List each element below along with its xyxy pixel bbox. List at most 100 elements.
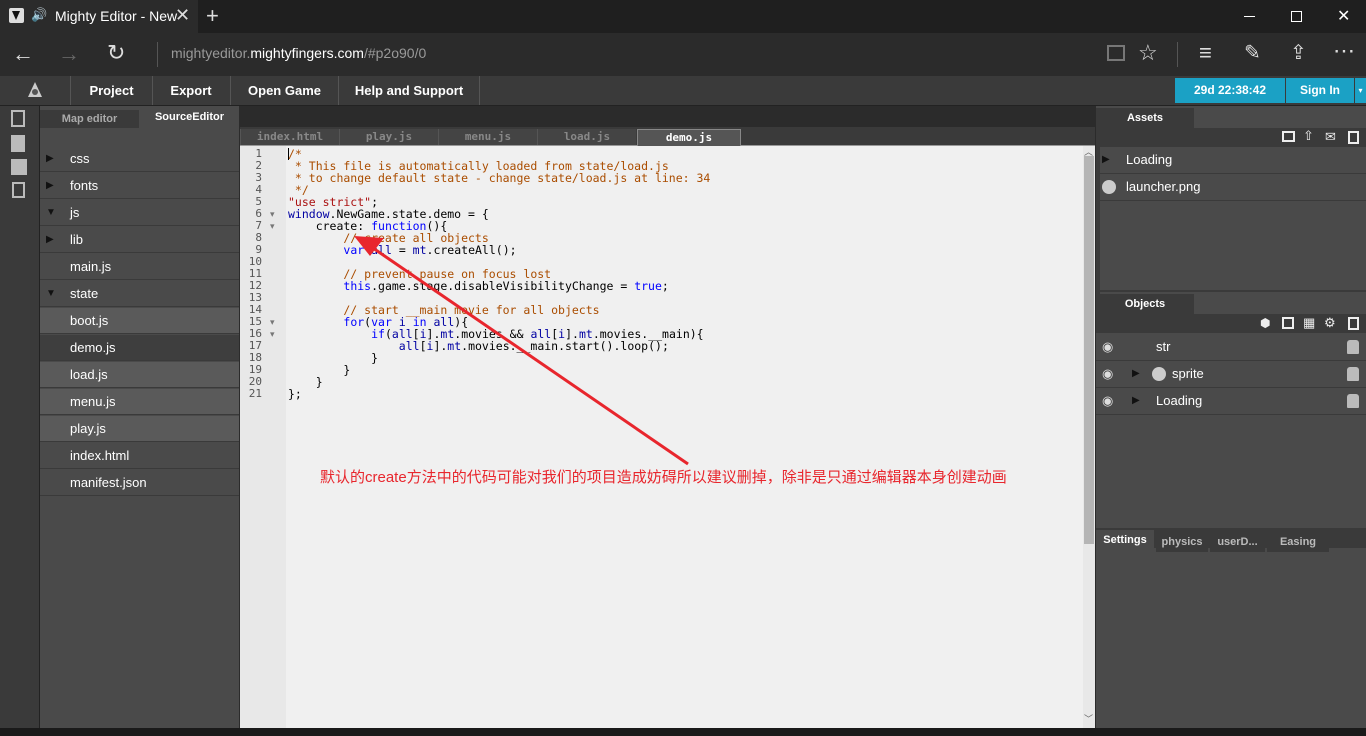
url-field[interactable]: mightyeditor.mightyfingers.com/#p2o90/0	[171, 45, 426, 61]
editor-tab-index-html[interactable]: index.html	[240, 129, 339, 145]
tree-file[interactable]: manifest.json	[40, 470, 239, 496]
tree-item-label: fonts	[70, 178, 99, 193]
audio-playing-icon[interactable]: 🔊	[31, 7, 47, 23]
collapsed-arrow-icon[interactable]: ▶	[1132, 361, 1140, 387]
tab-map-editor[interactable]: Map editor	[40, 110, 139, 128]
tree-folder[interactable]: ▶ lib	[40, 227, 239, 253]
sign-in-button[interactable]: Sign In	[1286, 78, 1354, 103]
scroll-down-icon[interactable]: ▾	[1355, 78, 1366, 103]
tree-file[interactable]: index.html	[40, 443, 239, 469]
web-note-icon[interactable]: ✎	[1244, 43, 1261, 63]
lock-icon[interactable]	[1347, 340, 1359, 354]
share-icon[interactable]: ⇪	[1290, 43, 1307, 63]
fold-arrow-icon[interactable]: ▾	[270, 316, 275, 328]
editor-tab-load-js[interactable]: load.js	[537, 129, 636, 145]
editor-scrollbar[interactable]: ︿ ﹀	[1083, 146, 1095, 728]
new-document-icon[interactable]	[11, 135, 25, 152]
add-object-icon[interactable]: ⬢	[1260, 316, 1270, 330]
object-item[interactable]: ◉ ▶ Loading	[1096, 388, 1366, 415]
lock-icon[interactable]	[1347, 394, 1359, 408]
forward-icon[interactable]: →	[58, 43, 80, 65]
add-folder-icon[interactable]	[1282, 131, 1295, 142]
delete-object-icon[interactable]	[1348, 317, 1359, 330]
tab-settings[interactable]: Settings	[1096, 530, 1154, 550]
object-item[interactable]: ◉ ▶ sprite	[1096, 361, 1366, 388]
trash-icon[interactable]	[12, 182, 25, 198]
code-line: };	[288, 387, 302, 401]
reading-view-icon[interactable]	[1107, 45, 1125, 61]
menu-project[interactable]: Project	[70, 76, 153, 105]
page-favicon-icon	[9, 8, 24, 23]
close-tab-icon[interactable]: ✕	[175, 5, 190, 26]
menu-help-support[interactable]: Help and Support	[339, 76, 480, 105]
app-logo-icon[interactable]	[24, 79, 46, 101]
tab-user-data[interactable]: userD...	[1210, 532, 1265, 552]
right-scrollbar[interactable]	[1096, 147, 1100, 307]
scrollbar-thumb[interactable]	[1084, 156, 1094, 544]
tab-easing[interactable]: Easing	[1267, 532, 1329, 552]
back-icon[interactable]: ←	[12, 43, 34, 65]
tree-file[interactable]: main.js	[40, 254, 239, 280]
duplicate-icon[interactable]	[1282, 317, 1294, 329]
restore-icon[interactable]	[1291, 11, 1302, 22]
tab-source-editor[interactable]: SourceEditor	[140, 108, 239, 128]
fold-arrow-icon[interactable]: ▾	[270, 208, 275, 220]
collapsed-arrow-icon[interactable]: ▶	[1132, 388, 1140, 414]
group-icon[interactable]: ▦	[1303, 315, 1315, 331]
refresh-icon[interactable]: ↻	[107, 42, 125, 64]
hub-icon[interactable]: ≡	[1199, 42, 1212, 64]
save-icon[interactable]	[11, 159, 27, 175]
fold-arrow-icon[interactable]: ▾	[270, 220, 275, 232]
collapsed-arrow-icon[interactable]: ▶	[46, 227, 54, 253]
tree-file[interactable]: menu.js	[40, 389, 239, 415]
menu-export[interactable]: Export	[152, 76, 231, 105]
lock-icon[interactable]	[1347, 367, 1359, 381]
tree-folder[interactable]: ▶ css	[40, 146, 239, 172]
menu-open-game[interactable]: Open Game	[231, 76, 339, 105]
tree-item-label: menu.js	[70, 394, 116, 409]
asset-item[interactable]: ▶ Loading	[1096, 147, 1366, 174]
url-domain: mightyfingers.com	[250, 45, 364, 61]
delete-asset-icon[interactable]	[1348, 131, 1359, 144]
tree-folder[interactable]: ▼ js	[40, 200, 239, 226]
new-file-icon[interactable]	[11, 110, 25, 127]
objects-tab[interactable]: Objects	[1096, 294, 1194, 314]
address-separator-2	[1177, 42, 1178, 67]
tree-file[interactable]: boot.js	[40, 308, 239, 334]
editor-tab-play-js[interactable]: play.js	[339, 129, 438, 145]
editor-tab-demo-js[interactable]: demo.js	[637, 129, 741, 146]
tree-file[interactable]: play.js	[40, 416, 239, 442]
new-tab-icon[interactable]: +	[206, 5, 219, 27]
fold-arrow-icon[interactable]: ▾	[270, 328, 275, 340]
visibility-eye-icon[interactable]: ◉	[1102, 334, 1113, 360]
editor-tab-menu-js[interactable]: menu.js	[438, 129, 537, 145]
tab-physics[interactable]: physics	[1156, 532, 1208, 552]
close-window-icon[interactable]: ✕	[1337, 6, 1350, 26]
tree-folder[interactable]: ▼ state	[40, 281, 239, 307]
tree-file[interactable]: load.js	[40, 362, 239, 388]
asset-item[interactable]: launcher.png	[1096, 174, 1366, 201]
import-icon[interactable]: ✉	[1325, 129, 1336, 145]
upload-icon[interactable]: ⇧	[1303, 128, 1314, 144]
collapsed-arrow-icon[interactable]: ▶	[1102, 147, 1110, 173]
visibility-eye-icon[interactable]: ◉	[1102, 361, 1113, 387]
minimize-icon[interactable]	[1244, 16, 1255, 17]
scroll-down-arrow-icon[interactable]: ﹀	[1084, 712, 1093, 725]
assets-tab[interactable]: Assets	[1096, 108, 1194, 128]
address-bar: ← → ↻ mightyeditor.mightyfingers.com/#p2…	[0, 33, 1366, 76]
collapsed-arrow-icon[interactable]: ▶	[46, 146, 54, 172]
browser-tab[interactable]: 🔊 Mighty Editor - New ✕	[0, 0, 198, 33]
visibility-eye-icon[interactable]: ◉	[1102, 388, 1113, 414]
collapsed-arrow-icon[interactable]: ▶	[46, 173, 54, 199]
tree-folder[interactable]: ▶ fonts	[40, 173, 239, 199]
more-icon[interactable]: ⋯	[1333, 40, 1355, 62]
link-icon[interactable]: ⚙	[1324, 315, 1336, 331]
tree-file[interactable]: demo.js	[40, 335, 239, 361]
tree-item-label: index.html	[70, 448, 130, 463]
favorite-star-icon[interactable]: ☆	[1138, 42, 1158, 64]
objects-list: ◉ str ◉ ▶ sprite ◉ ▶ Loading	[1096, 334, 1366, 415]
expanded-arrow-icon[interactable]: ▼	[46, 281, 56, 307]
line-number: 21	[248, 387, 262, 400]
expanded-arrow-icon[interactable]: ▼	[46, 200, 56, 226]
object-item[interactable]: ◉ str	[1096, 334, 1366, 361]
